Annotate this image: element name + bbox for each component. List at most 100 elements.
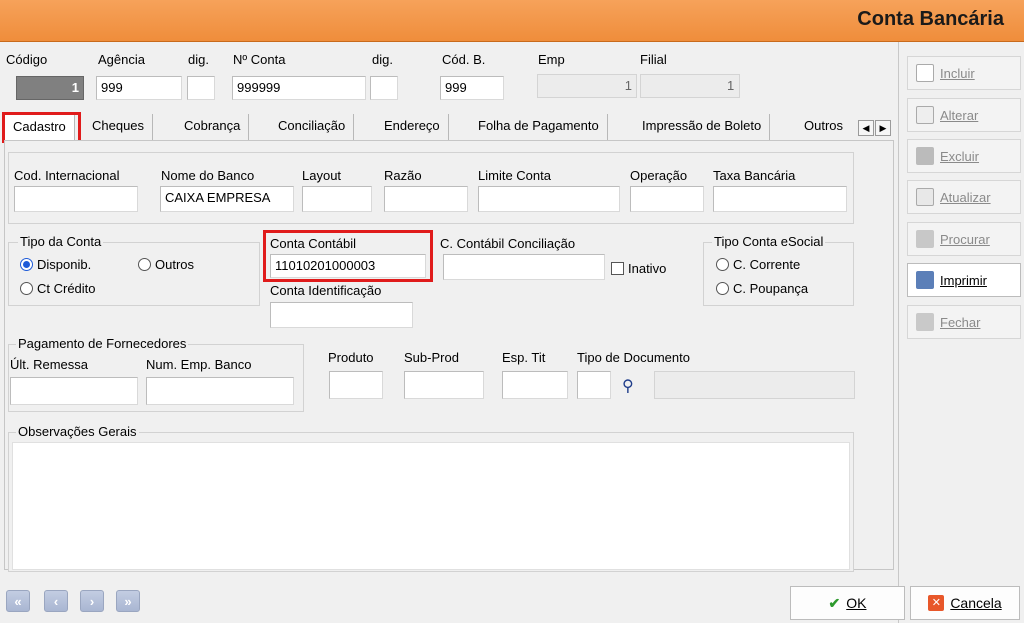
- imprimir-button[interactable]: Imprimir: [907, 263, 1021, 297]
- new-document-icon: [916, 64, 934, 82]
- fechar-label: Fechar: [940, 314, 981, 330]
- cod-banco-label: Cód. B.: [442, 52, 486, 67]
- ult-remessa-label: Últ. Remessa: [10, 357, 89, 372]
- procurar-button[interactable]: Procurar: [907, 222, 1021, 256]
- checkbox-icon: [611, 262, 624, 275]
- alterar-button[interactable]: Alterar: [907, 98, 1021, 132]
- emp-label: Emp: [538, 52, 565, 67]
- atualizar-button[interactable]: Atualizar: [907, 180, 1021, 214]
- tab-outros[interactable]: Outros: [796, 114, 851, 140]
- refresh-icon: [916, 188, 934, 206]
- delete-icon: [916, 147, 934, 165]
- pagamento-fornecedores-label: Pagamento de Fornecedores: [16, 336, 189, 351]
- dig-agencia-field[interactable]: [187, 76, 215, 100]
- ult-remessa-field[interactable]: [10, 377, 138, 405]
- tipo-conta-group: [8, 242, 260, 306]
- binoculars-icon: [916, 230, 934, 248]
- check-icon: ✔: [828, 594, 841, 611]
- observacoes-textarea[interactable]: [12, 442, 850, 570]
- esp-tit-field[interactable]: [502, 371, 568, 399]
- tipo-documento-field[interactable]: [577, 371, 611, 399]
- inativo-checkbox[interactable]: Inativo: [611, 261, 666, 276]
- title-bar: Conta Bancária: [0, 0, 1024, 42]
- binoculars-search-icon[interactable]: ⚲: [622, 376, 634, 396]
- operacao-label: Operação: [630, 168, 688, 183]
- tab-conciliacao[interactable]: Conciliação: [270, 114, 355, 140]
- cod-banco-field[interactable]: 999: [440, 76, 504, 100]
- cancel-icon: ✕: [928, 595, 945, 611]
- numero-conta-label: Nº Conta: [233, 52, 286, 67]
- last-record-icon[interactable]: »: [116, 590, 140, 612]
- dig-conta-label: dig.: [372, 52, 393, 67]
- produto-label: Produto: [328, 350, 374, 365]
- radio-corrente-label: C. Corrente: [733, 257, 801, 272]
- sub-prod-field[interactable]: [404, 371, 484, 399]
- incluir-button[interactable]: Incluir: [907, 56, 1021, 90]
- sub-prod-label: Sub-Prod: [404, 350, 459, 365]
- incluir-label: Incluir: [940, 65, 975, 81]
- taxa-bancaria-field[interactable]: [713, 186, 847, 212]
- radio-poupanca-label: C. Poupança: [733, 281, 809, 296]
- conta-contabil-highlight: [263, 230, 433, 282]
- radio-disponib-label: Disponib.: [37, 257, 92, 272]
- tab-folha-pagamento[interactable]: Folha de Pagamento: [470, 114, 608, 140]
- radio-poupanca[interactable]: C. Poupança: [716, 281, 808, 296]
- cadastro-tab-highlight: [2, 112, 81, 143]
- close-folder-icon: [916, 313, 934, 331]
- radio-ct-credito[interactable]: Ct Crédito: [20, 281, 96, 296]
- observacoes-label: Observações Gerais: [16, 424, 139, 439]
- ok-label: OK: [846, 595, 867, 611]
- filial-label: Filial: [640, 52, 667, 67]
- tab-scroll-left-icon[interactable]: ◀: [858, 120, 874, 136]
- tab-impressao-boleto[interactable]: Impressão de Boleto: [634, 114, 771, 140]
- nome-banco-field[interactable]: CAIXA EMPRESA: [160, 186, 294, 212]
- razao-field[interactable]: [384, 186, 468, 212]
- conta-identificacao-field[interactable]: [270, 302, 413, 328]
- emp-field: 1: [537, 74, 637, 98]
- radio-corrente[interactable]: C. Corrente: [716, 257, 800, 272]
- cancela-button[interactable]: ✕ Cancela: [910, 586, 1020, 620]
- conta-identificacao-label: Conta Identificação: [270, 283, 382, 298]
- fechar-button[interactable]: Fechar: [907, 305, 1021, 339]
- cod-internacional-label: Cod. Internacional: [14, 168, 120, 183]
- codigo-field[interactable]: 1: [16, 76, 84, 100]
- atualizar-label: Atualizar: [940, 189, 991, 205]
- cc-conciliacao-label: C. Contábil Conciliação: [440, 236, 576, 251]
- agencia-label: Agência: [98, 52, 145, 67]
- ok-button[interactable]: ✔ OK: [790, 586, 905, 620]
- tipo-documento-description: [654, 371, 855, 399]
- first-record-icon[interactable]: «: [6, 590, 30, 612]
- next-record-icon[interactable]: ›: [80, 590, 104, 612]
- num-emp-banco-field[interactable]: [146, 377, 294, 405]
- numero-conta-field[interactable]: 999999: [232, 76, 366, 100]
- radio-outros[interactable]: Outros: [138, 257, 194, 272]
- radio-disponib[interactable]: Disponib.: [20, 257, 91, 272]
- printer-icon: [916, 271, 934, 289]
- limite-conta-field[interactable]: [478, 186, 620, 212]
- dig-conta-field[interactable]: [370, 76, 398, 100]
- cc-conciliacao-field[interactable]: [443, 254, 605, 280]
- operacao-field[interactable]: [630, 186, 704, 212]
- filial-field: 1: [640, 74, 740, 98]
- esocial-label: Tipo Conta eSocial: [712, 234, 826, 249]
- limite-conta-label: Limite Conta: [478, 168, 551, 183]
- imprimir-label: Imprimir: [940, 272, 987, 288]
- agencia-field[interactable]: 999: [96, 76, 182, 100]
- tab-endereco[interactable]: Endereço: [376, 114, 449, 140]
- tab-strip: Cadastro Cheques Cobrança Conciliação En…: [4, 114, 874, 140]
- tab-cheques[interactable]: Cheques: [84, 114, 154, 140]
- layout-field[interactable]: [302, 186, 372, 212]
- excluir-button[interactable]: Excluir: [907, 139, 1021, 173]
- tab-cobranca[interactable]: Cobrança: [176, 114, 250, 140]
- dig-agencia-label: dig.: [188, 52, 209, 67]
- action-sidebar: Incluir Alterar Excluir Atualizar Procur…: [898, 42, 1024, 623]
- radio-icon: [716, 258, 729, 271]
- layout-label: Layout: [302, 168, 342, 183]
- radio-checked-icon: [20, 258, 33, 271]
- tab-scroll-right-icon[interactable]: ▶: [875, 120, 891, 136]
- nome-banco-label: Nome do Banco: [161, 168, 255, 183]
- produto-field[interactable]: [329, 371, 383, 399]
- radio-icon: [138, 258, 151, 271]
- previous-record-icon[interactable]: ‹: [44, 590, 68, 612]
- cod-internacional-field[interactable]: [14, 186, 138, 212]
